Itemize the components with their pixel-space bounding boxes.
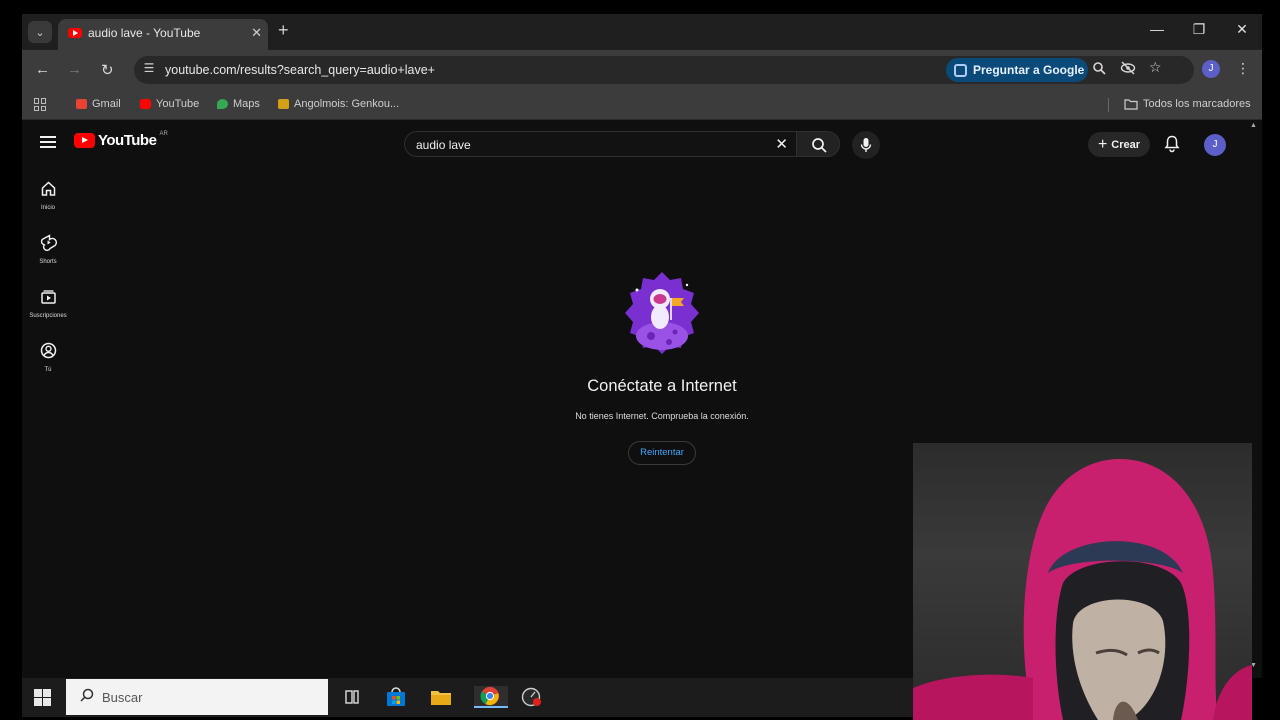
- microsoft-store-icon[interactable]: [384, 686, 408, 708]
- profile-avatar-button[interactable]: J: [1202, 60, 1220, 78]
- browser-toolbar: ← → ↻ ☰ youtube.com/results?search_query…: [22, 50, 1262, 90]
- all-bookmarks-label: Todos los marcadores: [1143, 98, 1251, 110]
- home-icon: [41, 181, 55, 196]
- subscriptions-icon: [40, 290, 56, 304]
- notifications-bell-icon[interactable]: [1164, 135, 1180, 158]
- search-input[interactable]: audio lave ✕: [404, 131, 796, 157]
- reload-button[interactable]: ↻: [101, 61, 114, 79]
- sidebar-item-label: Suscripciones: [29, 313, 67, 319]
- create-button[interactable]: + Crear: [1088, 132, 1150, 157]
- microphone-icon: [860, 138, 872, 152]
- forward-button[interactable]: →: [67, 61, 82, 78]
- restore-button[interactable]: ❐: [1184, 21, 1214, 38]
- youtube-play-icon: [74, 133, 95, 148]
- address-bar[interactable]: ☰ youtube.com/results?search_query=audio…: [134, 56, 1194, 84]
- site-icon: [278, 99, 289, 109]
- sidebar-item-suscripciones[interactable]: Suscripciones: [22, 288, 74, 319]
- retry-button[interactable]: Reintentar: [628, 441, 696, 465]
- tab-search-button[interactable]: ⌄: [28, 21, 52, 43]
- windows-start-icon[interactable]: [34, 689, 51, 706]
- new-tab-button[interactable]: +: [278, 20, 289, 41]
- youtube-favicon-icon: [68, 28, 82, 38]
- offline-message: Conéctate a Internet No tienes Internet.…: [522, 270, 802, 465]
- youtube-logo[interactable]: YouTube AR: [74, 130, 168, 149]
- astronaut-illustration-icon: [625, 272, 699, 354]
- sidebar-item-tu[interactable]: Tú: [22, 342, 74, 373]
- bookmark-youtube[interactable]: YouTube: [140, 98, 199, 110]
- maps-icon: [217, 99, 228, 109]
- ask-google-button[interactable]: Preguntar a Google: [946, 58, 1088, 82]
- bookmarks-bar: Gmail YouTube Maps Angolmois: Genkou... …: [22, 90, 1262, 120]
- task-view-icon[interactable]: [340, 686, 364, 708]
- sidebar-item-shorts[interactable]: Shorts: [22, 234, 74, 265]
- bookmarks-divider: [1108, 98, 1109, 112]
- search-query: audio lave: [416, 138, 471, 152]
- clear-search-icon[interactable]: ✕: [775, 135, 788, 153]
- you-icon: [40, 342, 56, 359]
- site-info-icon[interactable]: ☰: [141, 61, 157, 77]
- search-icon: [812, 138, 827, 153]
- all-bookmarks-folder[interactable]: Todos los marcadores: [1124, 98, 1251, 110]
- taskbar-search-input[interactable]: Buscar: [66, 679, 328, 715]
- tracking-protection-icon[interactable]: [1120, 61, 1136, 78]
- sidebar-item-label: Tú: [44, 367, 52, 373]
- back-button[interactable]: ←: [35, 61, 50, 78]
- recorder-app-icon[interactable]: [520, 686, 544, 708]
- close-tab-icon[interactable]: ✕: [251, 25, 262, 41]
- google-lens-icon: [954, 63, 967, 77]
- windows-taskbar: Buscar: [22, 678, 913, 717]
- tab-title: audio lave - YouTube: [88, 26, 201, 40]
- bookmark-label: Angolmois: Genkou...: [294, 98, 400, 110]
- search-button[interactable]: [796, 131, 840, 157]
- menu-icon[interactable]: [40, 136, 56, 148]
- search-icon: [80, 688, 94, 705]
- offline-description: No tienes Internet. Comprueba la conexió…: [575, 411, 749, 421]
- file-explorer-icon[interactable]: [429, 686, 453, 708]
- offline-title: Conéctate a Internet: [587, 377, 737, 395]
- youtube-icon: [140, 99, 151, 109]
- folder-icon: [1124, 98, 1138, 110]
- gmail-icon: [76, 99, 87, 109]
- bookmark-angolmois[interactable]: Angolmois: Genkou...: [278, 98, 399, 110]
- tab-active[interactable]: audio lave - YouTube ✕: [58, 19, 268, 50]
- bookmark-label: YouTube: [156, 98, 200, 110]
- chrome-taskbar-icon[interactable]: [474, 686, 508, 708]
- sidebar-item-inicio[interactable]: Inicio: [22, 180, 74, 211]
- sidebar-item-label: Shorts: [39, 259, 57, 265]
- voice-search-button[interactable]: [852, 131, 880, 159]
- account-avatar[interactable]: J: [1204, 134, 1226, 156]
- region-code: AR: [159, 130, 168, 137]
- bookmark-label: Maps: [233, 98, 260, 110]
- browser-menu-icon[interactable]: ⋮: [1236, 60, 1250, 77]
- youtube-wordmark: YouTube: [98, 132, 157, 149]
- bookmark-star-icon[interactable]: ☆: [1149, 59, 1162, 76]
- bookmark-maps[interactable]: Maps: [217, 98, 260, 110]
- plus-icon: +: [1097, 135, 1108, 153]
- screen: ⌄ audio lave - YouTube ✕ + — ❐ ✕ ← → ↻ ☰…: [0, 0, 1280, 720]
- create-label: Crear: [1111, 138, 1141, 151]
- webcam-overlay: [913, 443, 1252, 720]
- zoom-icon[interactable]: [1092, 61, 1106, 78]
- ask-google-label: Preguntar a Google: [973, 63, 1085, 77]
- minimize-button[interactable]: —: [1142, 21, 1172, 37]
- webcam-person-image: [913, 458, 1252, 720]
- bookmark-gmail[interactable]: Gmail: [76, 98, 121, 110]
- taskbar-search-placeholder: Buscar: [102, 690, 143, 705]
- shorts-icon: [40, 234, 57, 251]
- apps-grid-icon[interactable]: [34, 98, 47, 111]
- scroll-up-arrow-icon[interactable]: ▲: [1250, 122, 1257, 129]
- close-window-button[interactable]: ✕: [1227, 21, 1257, 38]
- bookmark-label: Gmail: [92, 98, 121, 110]
- sidebar-item-label: Inicio: [40, 205, 55, 211]
- url-text: youtube.com/results?search_query=audio+l…: [165, 63, 435, 77]
- tab-strip: ⌄ audio lave - YouTube ✕ + — ❐ ✕: [22, 14, 1262, 50]
